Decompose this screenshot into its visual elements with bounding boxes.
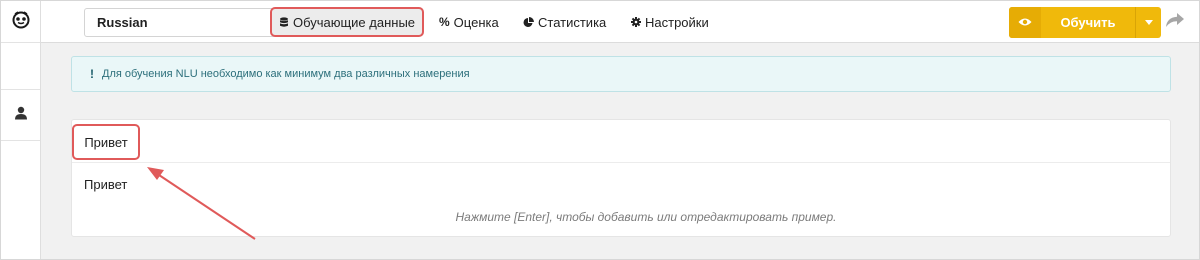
tab-training-data-label: Обучающие данные <box>292 14 416 30</box>
user-icon[interactable] <box>14 106 28 125</box>
language-select[interactable]: Russian <box>84 8 296 37</box>
app-frame: Russian Обучающие данные % Оценка Статис… <box>0 0 1200 260</box>
share-button[interactable] <box>1163 10 1187 34</box>
tab-statistics[interactable]: Статистика <box>523 7 606 37</box>
database-icon <box>279 16 289 28</box>
alert-text: Для обучения NLU необходимо как минимум … <box>102 68 470 80</box>
language-select-value: Russian <box>97 15 148 30</box>
tab-statistics-label: Статистика <box>538 14 607 30</box>
nlu-warning-alert: ! Для обучения NLU необходимо как миниму… <box>71 56 1171 92</box>
chevron-down-icon <box>1144 20 1153 25</box>
example-input-hint: Нажмите [Enter], чтобы добавить или отре… <box>455 210 837 224</box>
intent-card-header: Привет <box>72 120 1170 163</box>
gear-icon <box>631 17 641 27</box>
train-button[interactable]: Обучить <box>1041 7 1135 38</box>
tab-settings[interactable]: Настройки <box>631 7 709 37</box>
pie-chart-icon <box>523 16 534 28</box>
exclamation-icon: ! <box>90 67 94 81</box>
left-rail <box>1 1 41 259</box>
owl-logo-icon[interactable] <box>11 9 31 34</box>
user-cell[interactable] <box>1 89 40 141</box>
example-item[interactable]: Привет <box>84 177 127 192</box>
train-button-group: Обучить <box>1009 7 1161 38</box>
percent-icon: % <box>439 15 450 29</box>
intent-card: Привет Привет Нажмите [Enter], чтобы доб… <box>71 119 1171 237</box>
eye-icon <box>1018 14 1032 32</box>
intent-name[interactable]: Привет <box>72 124 140 160</box>
top-toolbar: Russian Обучающие данные % Оценка Статис… <box>41 1 1199 43</box>
train-options-toggle[interactable] <box>1135 7 1161 38</box>
preview-button[interactable] <box>1009 7 1041 38</box>
tab-training-data[interactable]: Обучающие данные <box>270 7 424 37</box>
brand-cell[interactable] <box>1 1 40 43</box>
tab-settings-label: Настройки <box>645 14 709 30</box>
tab-evaluation[interactable]: % Оценка <box>439 7 499 37</box>
share-arrow-icon <box>1165 12 1185 33</box>
tab-evaluation-label: Оценка <box>453 14 499 30</box>
